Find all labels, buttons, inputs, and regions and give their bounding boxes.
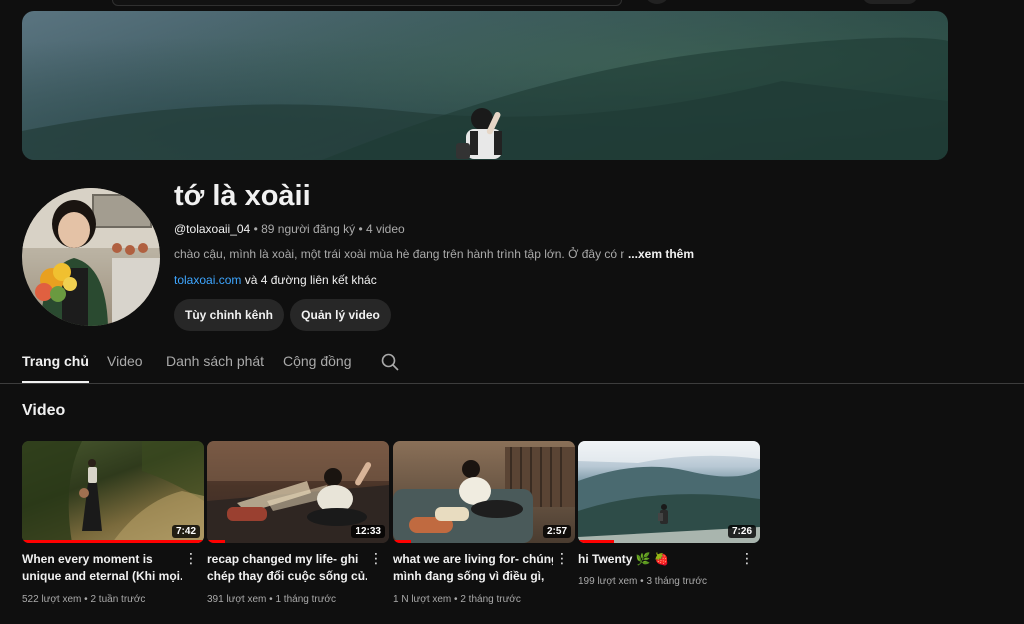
meta-separator: • bbox=[358, 222, 366, 236]
watch-progress bbox=[22, 540, 204, 543]
video-card[interactable]: 12:33 recap changed my life- ghi chép th… bbox=[207, 441, 389, 605]
video-duration: 2:57 bbox=[542, 525, 571, 538]
video-card[interactable]: 7:26 hi Twenty 🌿 🍓 ⋮ 199 lượt xem • 3 th… bbox=[578, 441, 760, 587]
create-button[interactable] bbox=[862, 0, 918, 4]
watch-progress bbox=[207, 540, 226, 543]
search-icon[interactable] bbox=[380, 352, 400, 372]
channel-links: tolaxoai.com và 4 đường liên kết khác bbox=[174, 273, 377, 287]
video-thumbnail[interactable]: 12:33 bbox=[207, 441, 389, 543]
more-links-link[interactable]: và 4 đường liên kết khác bbox=[245, 273, 377, 287]
channel-description[interactable]: chào cậu, mình là xoài, một trái xoài mù… bbox=[174, 247, 694, 261]
description-text: chào cậu, mình là xoài, một trái xoài mù… bbox=[174, 247, 650, 261]
channel-banner bbox=[22, 11, 948, 160]
video-title[interactable]: recap changed my life- ghi chép thay đổi… bbox=[207, 551, 367, 585]
video-duration: 7:42 bbox=[171, 525, 200, 538]
video-meta: 199 lượt xem • 3 tháng trước bbox=[578, 576, 707, 587]
channel-website-link[interactable]: tolaxoai.com bbox=[174, 273, 241, 287]
channel-meta: @tolaxoaii_04 • 89 người đăng ký • 4 vid… bbox=[174, 222, 405, 236]
upload-age: 3 tháng trước bbox=[646, 576, 707, 587]
video-title[interactable]: When every moment is unique and eternal … bbox=[22, 551, 182, 585]
mic-button[interactable] bbox=[644, 0, 670, 4]
upload-age: 2 tuần trước bbox=[90, 594, 146, 605]
tab-community[interactable]: Cộng đồng bbox=[283, 353, 352, 369]
video-duration: 7:26 bbox=[727, 525, 756, 538]
channel-name: tớ là xoàii bbox=[174, 180, 311, 212]
video-thumbnail[interactable]: 7:42 bbox=[22, 441, 204, 543]
video-duration: 12:33 bbox=[351, 525, 385, 538]
channel-handle: @tolaxoaii_04 bbox=[174, 222, 251, 236]
top-bar bbox=[0, 0, 1024, 8]
section-title: Video bbox=[22, 402, 66, 419]
view-count: 391 lượt xem bbox=[207, 594, 267, 605]
tab-playlists[interactable]: Danh sách phát bbox=[166, 353, 264, 369]
manage-videos-button[interactable]: Quản lý video bbox=[290, 299, 391, 331]
video-meta: 1 N lượt xem • 2 tháng trước bbox=[393, 594, 521, 605]
video-count: 4 video bbox=[365, 222, 405, 236]
view-count: 199 lượt xem bbox=[578, 576, 638, 587]
upload-age: 1 tháng trước bbox=[275, 594, 336, 605]
watch-progress bbox=[578, 540, 615, 543]
video-title[interactable]: hi Twenty 🌿 🍓 bbox=[578, 551, 738, 568]
video-thumbnail[interactable]: 7:26 bbox=[578, 441, 760, 543]
video-card[interactable]: 7:42 When every moment is unique and ete… bbox=[22, 441, 204, 605]
more-options-icon[interactable]: ⋮ bbox=[555, 551, 569, 565]
show-more-link[interactable]: ...xem thêm bbox=[623, 247, 694, 261]
more-options-icon[interactable]: ⋮ bbox=[740, 551, 754, 565]
video-card[interactable]: 2:57 what we are living for- chúng mình … bbox=[393, 441, 575, 605]
channel-tabs: Trang chủ Video Danh sách phát Cộng đồng bbox=[0, 340, 1024, 384]
subscriber-count: 89 người đăng ký bbox=[261, 222, 356, 236]
channel-avatar[interactable] bbox=[22, 188, 160, 326]
tab-videos[interactable]: Video bbox=[107, 353, 143, 369]
tab-home[interactable]: Trang chủ bbox=[22, 353, 89, 383]
video-title[interactable]: what we are living for- chúng mình đang … bbox=[393, 551, 553, 585]
more-options-icon[interactable]: ⋮ bbox=[369, 551, 383, 565]
view-count: 1 N lượt xem bbox=[393, 594, 452, 605]
view-count: 522 lượt xem bbox=[22, 594, 82, 605]
upload-age: 2 tháng trước bbox=[460, 594, 521, 605]
customize-channel-button[interactable]: Tùy chỉnh kênh bbox=[174, 299, 284, 331]
search-box[interactable] bbox=[112, 0, 622, 6]
video-thumbnail[interactable]: 2:57 bbox=[393, 441, 575, 543]
video-meta: 391 lượt xem • 1 tháng trước bbox=[207, 594, 336, 605]
more-options-icon[interactable]: ⋮ bbox=[184, 551, 198, 565]
watch-progress bbox=[393, 540, 412, 543]
video-meta: 522 lượt xem • 2 tuần trước bbox=[22, 594, 146, 605]
meta-separator: • bbox=[253, 222, 262, 236]
